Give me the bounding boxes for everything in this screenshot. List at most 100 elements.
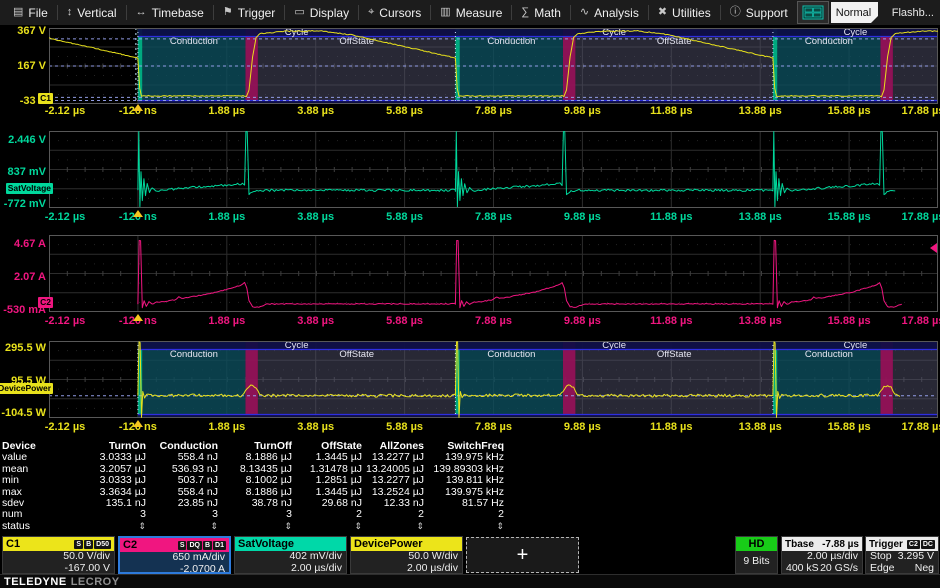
descriptor-tbase-box[interactable]: Tbase-7.88 µs2.00 µs/div400 kS20 GS/s xyxy=(781,536,863,574)
channel-tag-c1[interactable]: C1 xyxy=(38,93,53,104)
table-cell: 135.1 nJ xyxy=(60,498,146,509)
channel-tag-c2[interactable]: C2 xyxy=(38,297,53,308)
svg-text:Conduction: Conduction xyxy=(805,36,853,47)
status-icon: ⇕ xyxy=(362,521,424,532)
descriptor-trigger-box[interactable]: TriggerC2DCStop3.295 VEdgeNeg xyxy=(865,536,939,574)
descriptor-value: -167.00 V xyxy=(3,563,114,575)
menu-item-analysis[interactable]: ∿Analysis xyxy=(571,0,648,25)
descriptor-header: C1SBD50 xyxy=(3,537,114,551)
trigger-type: Edge xyxy=(870,563,895,575)
descriptor-devicepower-box[interactable]: DevicePower50.0 W/div2.00 µs/div xyxy=(350,536,463,574)
trigger-level-marker[interactable] xyxy=(930,243,937,253)
x-tick-label: 7.88 µs xyxy=(459,211,529,224)
svg-text:Conduction: Conduction xyxy=(170,349,218,360)
trigger-level: 3.295 V xyxy=(898,551,934,563)
menu-item-support[interactable]: ⓘSupport xyxy=(721,0,797,25)
menu-items: ▤File↕Vertical↔Timebase⚑Trigger▭Display⌖… xyxy=(0,0,797,25)
trigger-time-marker[interactable] xyxy=(133,104,143,111)
x-tick-label: 1.88 µs xyxy=(192,315,262,328)
waveform-panel-satvoltage[interactable] xyxy=(49,131,938,208)
y-tick-label: 295.5 W xyxy=(0,343,46,353)
x-tick-label: -2.12 µs xyxy=(30,421,100,434)
trigger-title: Trigger xyxy=(869,539,903,550)
trigger-mode: Stop xyxy=(870,551,892,563)
row-label: min xyxy=(2,475,60,486)
menu-item-display[interactable]: ▭Display xyxy=(285,0,358,25)
descriptor-title: SatVoltage xyxy=(238,538,294,550)
y-tick-label: 837 mV xyxy=(0,167,46,177)
x-tick-label: 15.88 µs xyxy=(814,421,884,434)
menu-item-vertical[interactable]: ↕Vertical xyxy=(58,0,126,25)
menu-item-utilities[interactable]: ✖Utilities xyxy=(649,0,720,25)
channel-tag-devicepower[interactable]: DevicePower xyxy=(0,383,53,394)
brand-lecroy: LECROY xyxy=(71,576,120,588)
table-cell: 23.85 nJ xyxy=(146,498,218,509)
svg-text:Cycle: Cycle xyxy=(602,341,626,351)
trigger-time-marker[interactable] xyxy=(133,420,143,427)
trigger-header: TriggerC2DC xyxy=(866,537,938,551)
x-tick-label: 1.88 µs xyxy=(192,421,262,434)
x-tick-label: 17.88 µs xyxy=(888,105,940,118)
y-tick-label: 167 V xyxy=(0,61,46,71)
svg-text:OffState: OffState xyxy=(339,36,374,47)
tbase-scale: 2.00 µs/div xyxy=(782,551,862,563)
menu-item-trigger[interactable]: ⚑Trigger xyxy=(214,0,284,25)
descriptor-value: 50.0 W/div xyxy=(351,551,462,563)
x-tick-label: 11.88 µs xyxy=(636,315,706,328)
measurement-table: DeviceTurnOnConductionTurnOffOffStateAll… xyxy=(2,441,504,532)
table-cell: 8.1002 µJ xyxy=(218,475,292,486)
descriptor-satvoltage-box[interactable]: SatVoltage402 mV/div2.00 µs/div xyxy=(234,536,347,574)
y-tick-label: -772 mV xyxy=(0,199,46,209)
row-label: status xyxy=(2,521,60,532)
x-tick-label: 5.88 µs xyxy=(370,421,440,434)
channel-tag-satvoltage[interactable]: SatVoltage xyxy=(6,183,53,194)
menu-item-label: Math xyxy=(534,6,561,20)
waveform-panel-c2[interactable] xyxy=(49,235,938,312)
x-tick-label: 9.88 µs xyxy=(547,421,617,434)
menu-item-timebase[interactable]: ↔Timebase xyxy=(127,0,213,25)
flashback-button[interactable]: Flashb... xyxy=(892,7,934,19)
menu-item-file[interactable]: ▤File xyxy=(4,0,57,25)
x-axis-row-satvoltage: -2.12 µs-120 ns1.88 µs3.88 µs5.88 µs7.88… xyxy=(0,211,940,224)
status-icon: ⇕ xyxy=(60,521,146,532)
x-tick-label: 11.88 µs xyxy=(636,211,706,224)
table-row-sdev: sdev135.1 nJ23.85 nJ38.78 nJ29.68 nJ12.3… xyxy=(2,498,504,509)
menu-item-math[interactable]: ∑ Math xyxy=(512,0,570,25)
descriptor-c1-box[interactable]: C1SBD5050.0 V/div-167.00 V xyxy=(2,536,115,574)
waveform-panel-c1[interactable]: CycleConductionOffStateCycleConductionOf… xyxy=(49,28,938,104)
descriptor-hd-box[interactable]: HD9 Bits xyxy=(735,536,778,574)
add-trace-button[interactable]: + xyxy=(466,537,579,573)
x-tick-label: 1.88 µs xyxy=(192,211,262,224)
x-tick-label: 13.88 µs xyxy=(725,421,795,434)
math-icon: ∑ xyxy=(521,7,529,18)
grid-display-button[interactable] xyxy=(797,1,829,24)
x-tick-label: 13.88 µs xyxy=(725,211,795,224)
trigger-time-marker[interactable] xyxy=(133,210,143,217)
x-tick-label: 7.88 µs xyxy=(459,315,529,328)
descriptor-value: 650 mA/div xyxy=(120,552,229,564)
x-tick-label: -2.12 µs xyxy=(30,211,100,224)
descriptor-header: DevicePower xyxy=(351,537,462,551)
y-tick-label: -104.5 W xyxy=(0,408,46,418)
menu-item-measure[interactable]: ▥Measure xyxy=(431,0,511,25)
y-tick-label: 2.07 A xyxy=(0,272,46,282)
x-tick-label: 3.88 µs xyxy=(281,421,351,434)
descriptor-title: C2 xyxy=(123,539,137,551)
x-tick-label: 11.88 µs xyxy=(636,105,706,118)
menu-item-cursors[interactable]: ⌖Cursors xyxy=(359,0,430,25)
badge-dc: DC xyxy=(921,540,935,549)
svg-text:OffState: OffState xyxy=(339,349,374,360)
badge-s: S xyxy=(178,541,187,550)
table-cell: 1.2851 µJ xyxy=(292,475,362,486)
descriptor-value: 402 mV/div xyxy=(235,551,346,563)
trigger-time-marker[interactable] xyxy=(133,314,143,321)
badge-dq: DQ xyxy=(187,541,202,550)
x-tick-label: 3.88 µs xyxy=(281,211,351,224)
display-mode-dropdown[interactable]: Normal xyxy=(831,2,878,23)
descriptor-c2-box[interactable]: C2SDQBD1650 mA/div-2.0700 A xyxy=(118,536,231,574)
status-icon: ⇕ xyxy=(146,521,218,532)
waveform-panel-devicepower[interactable]: CycleConductionOffStateCycleConductionOf… xyxy=(49,341,938,418)
table-row-min: min3.0333 µJ503.7 nJ8.1002 µJ1.2851 µJ13… xyxy=(2,475,504,486)
descriptor-value: 2.00 µs/div xyxy=(351,563,462,575)
descriptor-header: C2SDQBD1 xyxy=(120,538,229,552)
